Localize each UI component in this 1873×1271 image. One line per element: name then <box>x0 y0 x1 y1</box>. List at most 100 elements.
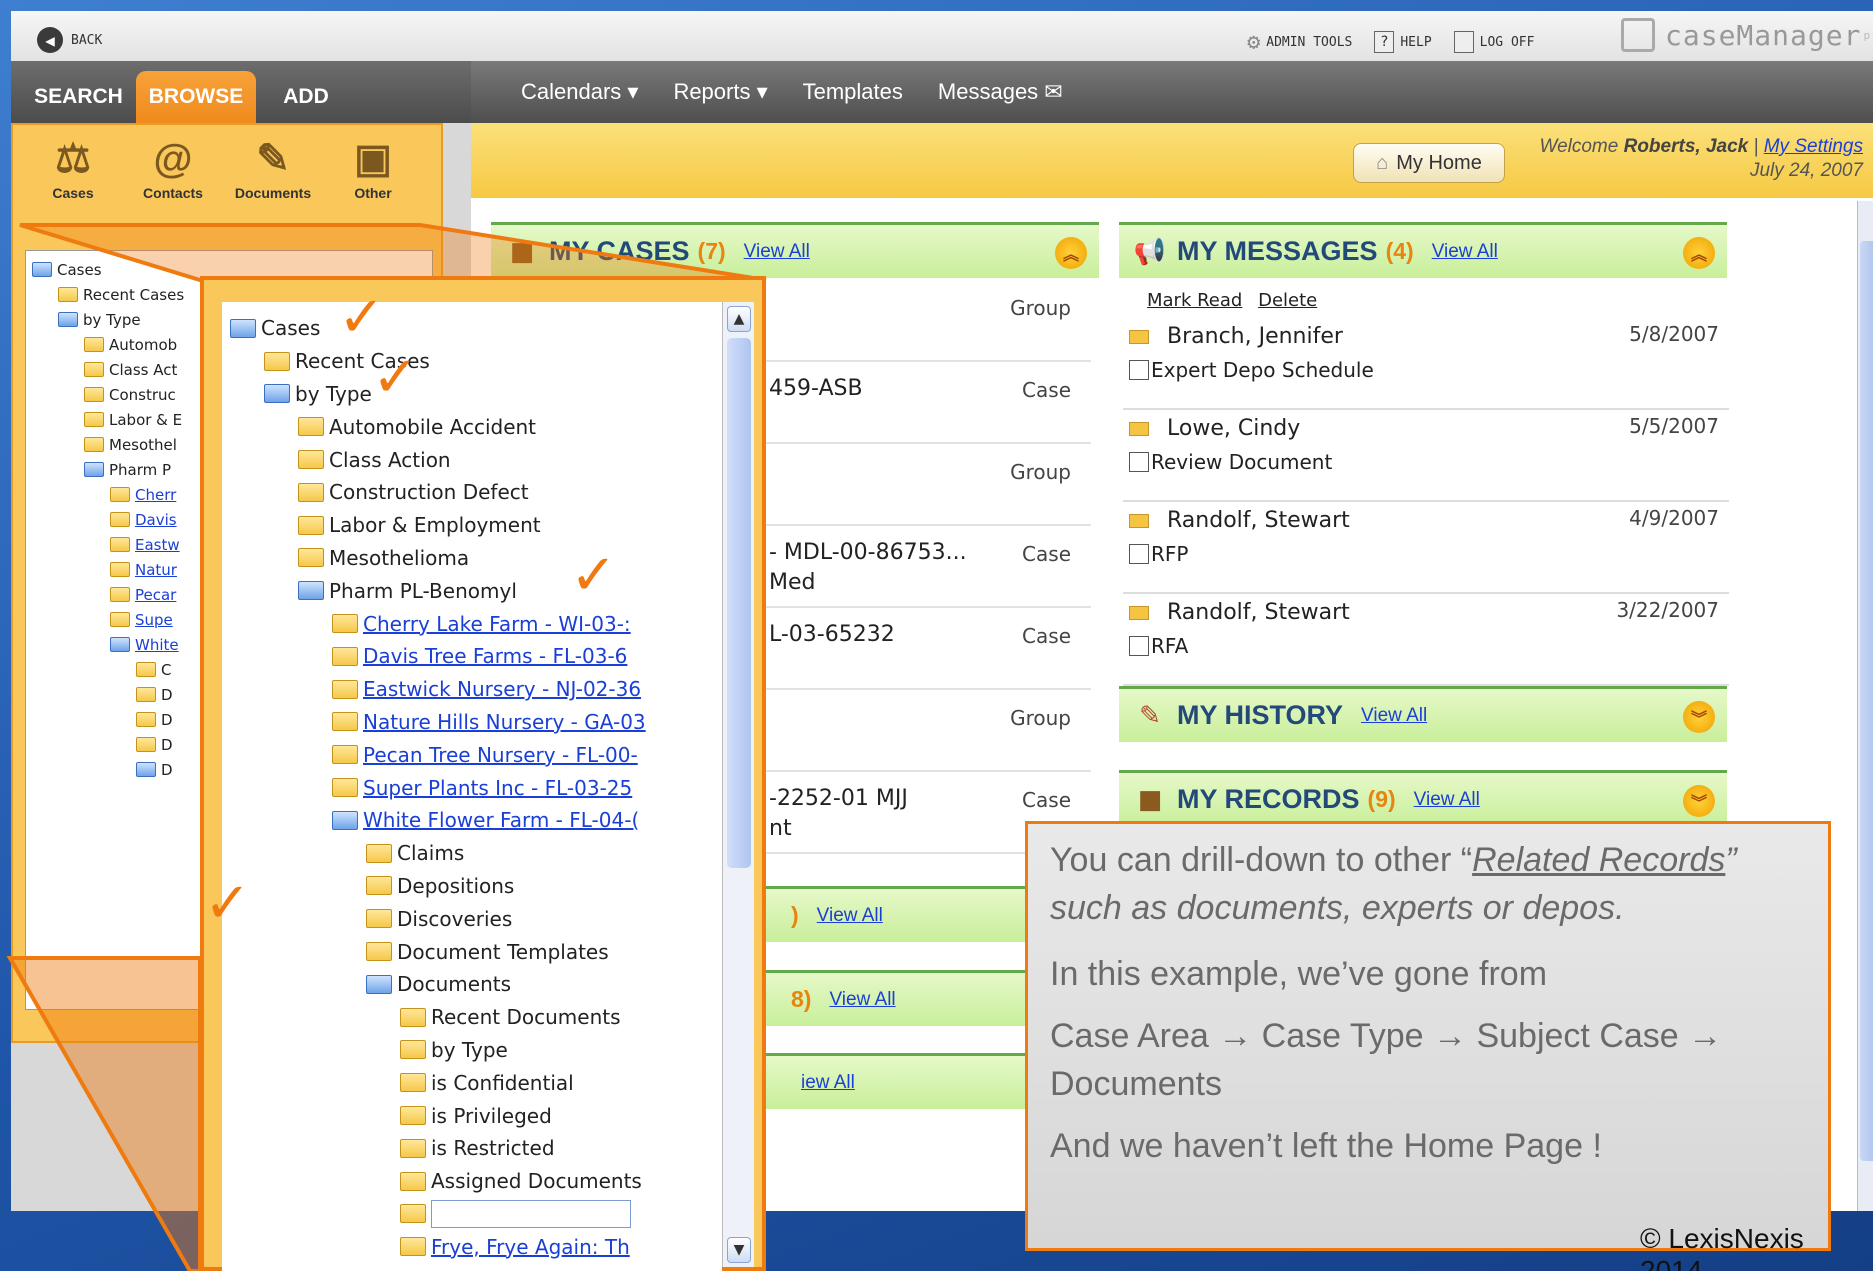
zoom-tree-item[interactable]: Depositions <box>222 870 722 903</box>
my-settings-link[interactable]: My Settings <box>1764 136 1863 157</box>
scroll-up-icon[interactable]: ▲ <box>727 306 751 332</box>
zoom-tree-item[interactable]: by Type <box>222 1034 722 1067</box>
zoomed-tree-scrollbar[interactable]: ▲ ▼ <box>722 302 754 1267</box>
open-folder-icon <box>230 318 256 338</box>
zoom-tree-item[interactable]: is Privileged <box>222 1099 722 1132</box>
zoom-tree-item[interactable]: Document Templates <box>222 935 722 968</box>
browse-documents-button[interactable]: ✎ Documents <box>223 133 323 213</box>
my-history-view-all[interactable]: View All <box>1361 705 1427 727</box>
folder-icon <box>136 762 156 777</box>
hidden-section-3-view-all[interactable]: iew All <box>801 1072 855 1094</box>
case-title: 459-ASB <box>769 376 863 401</box>
scroll-down-icon[interactable]: ▼ <box>727 1237 751 1263</box>
zoom-tree-item[interactable]: Assigned Documents <box>222 1165 722 1198</box>
admin-tools-link[interactable]: ⚙ ADMIN TOOLS <box>1247 30 1352 55</box>
tab-search[interactable]: SEARCH <box>21 71 136 123</box>
zoom-tree-item[interactable]: Davis Tree Farms - FL-03-6 <box>222 640 722 673</box>
browse-contacts-button[interactable]: @ Contacts <box>123 133 223 213</box>
folder-icon <box>32 262 52 277</box>
zoom-tree-item[interactable]: by Type <box>222 378 722 411</box>
zoom-tree-item[interactable]: Frye, Frye Again: Th <box>222 1230 722 1263</box>
my-records-view-all[interactable]: View All <box>1414 789 1480 811</box>
browse-other-label: Other <box>354 185 392 201</box>
calendars-menu[interactable]: Calendars ▾ <box>521 79 638 105</box>
zoom-tree-item[interactable]: is Confidential <box>222 1066 722 1099</box>
message-row[interactable]: Randolf, Stewart 4/9/2007 RFP <box>1123 502 1729 594</box>
browse-cases-button[interactable]: ⚖ Cases <box>23 133 123 213</box>
tab-add[interactable]: ADD <box>261 71 351 123</box>
message-row[interactable]: Branch, Jennifer 5/8/2007 Expert Depo Sche… <box>1123 318 1729 410</box>
folder-icon <box>400 1171 426 1191</box>
zoom-tree-item[interactable]: Cherry Lake Farm - WI-03-: <box>222 607 722 640</box>
folder-icon <box>136 712 156 727</box>
log-off-link[interactable]: LOG OFF <box>1453 31 1534 53</box>
message-from: Randolf, Stewart <box>1167 508 1350 533</box>
zoom-tree-item[interactable]: Automobile Accident <box>222 410 722 443</box>
zoom-tree-item[interactable]: Nature Hills Nursery - GA-03 <box>222 706 722 739</box>
zoom-tree-item[interactable]: Pecan Tree Nursery - FL-00- <box>222 738 722 771</box>
tab-browse[interactable]: BROWSE <box>136 71 256 123</box>
zoomed-tree: Cases Recent Cases by Type Automobile Accid… <box>222 302 722 1271</box>
folder-icon <box>84 412 104 427</box>
zoom-tree-item[interactable]: Documents <box>222 968 722 1001</box>
zoom-tree-item[interactable]: Recent Cases <box>222 345 722 378</box>
zoom-tree-item[interactable]: Eastwick Nursery - NJ-02-36 <box>222 673 722 706</box>
folder-icon <box>136 662 156 677</box>
message-checkbox[interactable] <box>1129 544 1149 564</box>
my-home-label: My Home <box>1396 151 1482 174</box>
scales-icon: ⚖ <box>55 137 91 181</box>
message-row[interactable]: Lowe, Cindy 5/5/2007 Review Document <box>1123 410 1729 502</box>
welcome-prefix: Welcome <box>1539 136 1619 157</box>
hidden-section-2-view-all[interactable]: View All <box>829 989 895 1011</box>
home-icon: ⌂ <box>1376 151 1389 174</box>
zoom-tree-item[interactable]: Recent Documents <box>222 1001 722 1034</box>
my-home-button[interactable]: ⌂ My Home <box>1353 143 1505 183</box>
collapse-icon[interactable]: ︽ <box>1683 237 1715 269</box>
callout-paragraph-4: And we haven’t left the Home Page ! <box>1050 1127 1602 1165</box>
templates-link[interactable]: Templates <box>803 79 903 105</box>
utility-links: ⚙ ADMIN TOOLS ? HELP LOG OFF <box>1247 27 1556 57</box>
zoom-tree-item[interactable] <box>222 1198 722 1231</box>
help-label: HELP <box>1400 34 1432 50</box>
message-row[interactable]: Randolf, Stewart 3/22/2007 RFA <box>1123 594 1729 686</box>
zoom-tree-label: is Confidential <box>431 1070 574 1095</box>
reports-menu[interactable]: Reports ▾ <box>673 79 767 105</box>
message-checkbox[interactable] <box>1129 636 1149 656</box>
mark-read-link[interactable]: Mark Read <box>1147 290 1242 311</box>
my-messages-view-all[interactable]: View All <box>1432 241 1498 263</box>
zoomed-scrollbar-thumb[interactable] <box>727 338 751 868</box>
help-link[interactable]: ? HELP <box>1374 31 1432 53</box>
zoom-tree-item[interactable]: Pharm PL-Benomyl <box>222 574 722 607</box>
folder-icon <box>110 587 130 602</box>
my-cases-view-all[interactable]: View All <box>744 241 810 263</box>
zoom-tree-item[interactable]: White Flower Farm - FL-04-( <box>222 804 722 837</box>
checkmark-icon: ✓ <box>204 871 251 936</box>
new-folder-name-input[interactable] <box>431 1199 631 1228</box>
message-checkbox[interactable] <box>1129 360 1149 380</box>
zoom-tree-item[interactable]: Construction Defect <box>222 476 722 509</box>
messages-link[interactable]: Messages ✉ <box>938 79 1063 105</box>
expand-icon[interactable]: ︾ <box>1683 701 1715 733</box>
zoom-tree-item[interactable]: Cases <box>222 312 722 345</box>
my-history-title: MY HISTORY <box>1177 700 1344 730</box>
zoom-tree-label: Pharm PL-Benomyl <box>329 578 517 603</box>
zoom-tree-item[interactable]: Mesothelioma <box>222 542 722 575</box>
browse-cases-label: Cases <box>52 185 94 201</box>
zoom-tree-item[interactable]: is Restricted <box>222 1132 722 1165</box>
back-button[interactable]: ◀ BACK <box>37 25 102 55</box>
scrollbar-thumb[interactable] <box>1860 241 1873 1161</box>
delete-link[interactable]: Delete <box>1258 290 1317 311</box>
zoom-tree-item[interactable]: Super Plants Inc - FL-03-25 <box>222 771 722 804</box>
document-pen-icon: ✎ <box>256 137 290 181</box>
hidden-section-1-view-all[interactable]: View All <box>817 905 883 927</box>
expand-icon[interactable]: ︾ <box>1683 785 1715 817</box>
zoom-tree-item[interactable]: Claims <box>222 837 722 870</box>
page-scrollbar[interactable] <box>1857 201 1873 1211</box>
collapse-icon[interactable]: ︽ <box>1055 237 1087 269</box>
zoom-tree-item[interactable]: Class Action <box>222 443 722 476</box>
zoom-tree-item[interactable]: Labor & Employment <box>222 509 722 542</box>
message-checkbox[interactable] <box>1129 452 1149 472</box>
zoom-tree-item[interactable]: Discoveries <box>222 902 722 935</box>
browse-other-button[interactable]: ▣ Other <box>323 133 423 213</box>
zoom-tree-label: Construction Defect <box>329 480 529 505</box>
